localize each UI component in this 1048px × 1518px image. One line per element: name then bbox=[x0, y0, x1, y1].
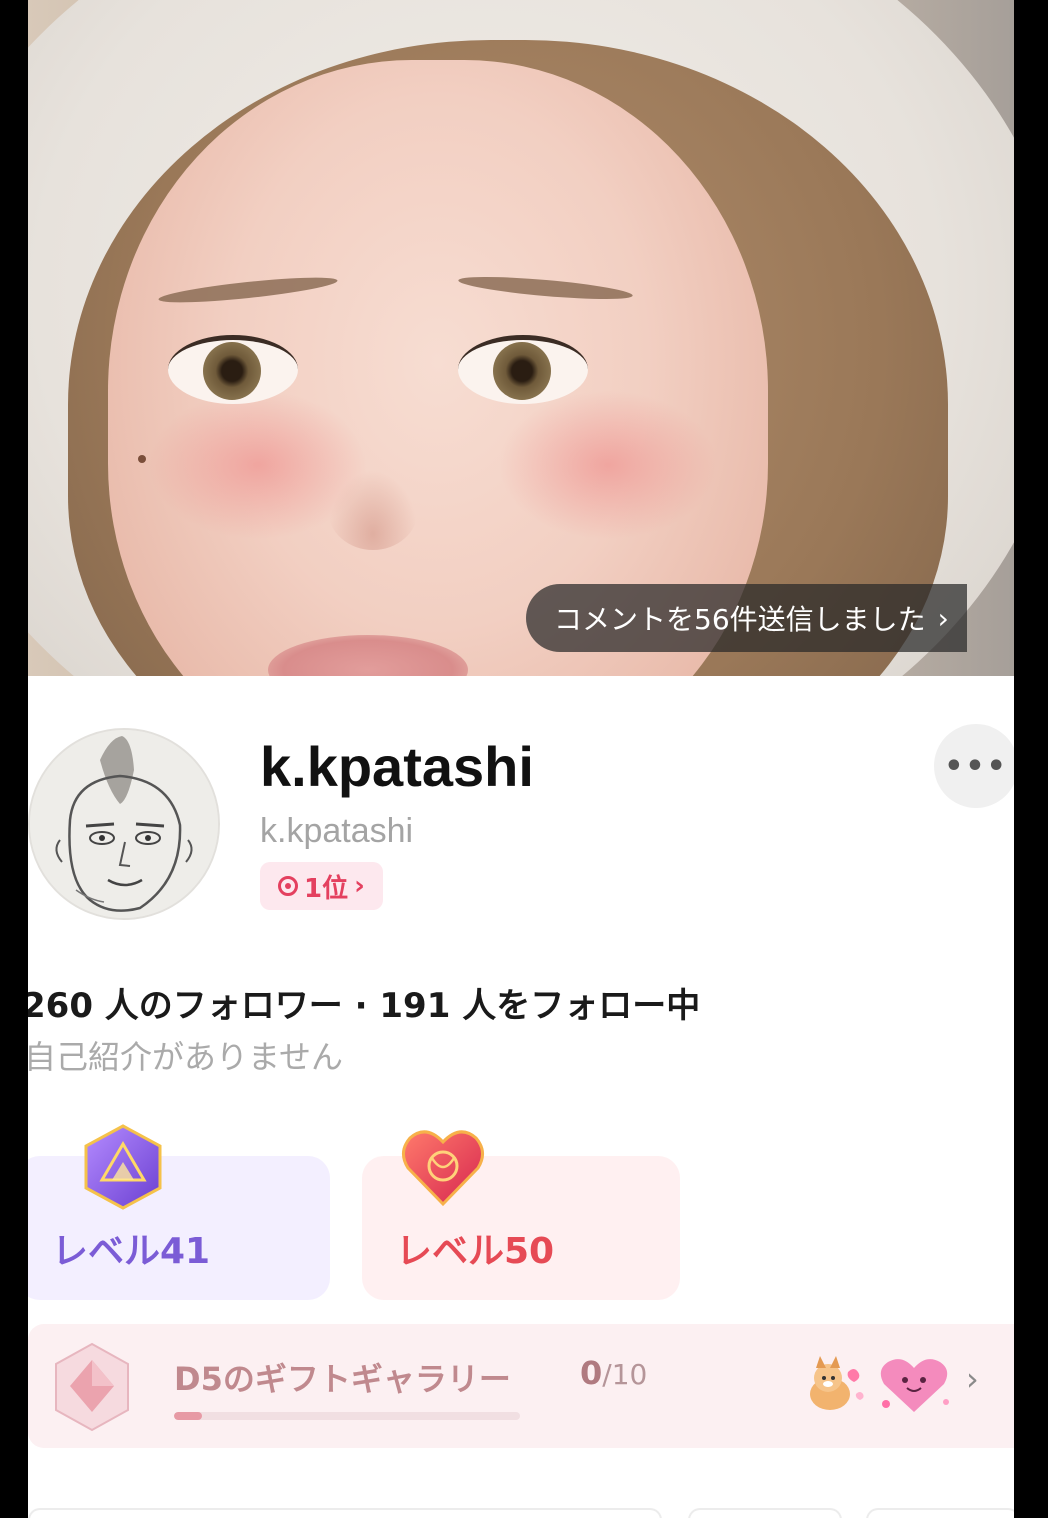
corgi-sticker-icon bbox=[810, 1356, 864, 1410]
photo-blush-right bbox=[498, 390, 718, 540]
level-label: レベル50 bbox=[396, 1231, 555, 1272]
bottom-card-edge bbox=[688, 1508, 842, 1518]
bottom-card-edge bbox=[866, 1508, 1014, 1518]
bio-text: 自己紹介がありません bbox=[28, 1038, 344, 1076]
bottom-card-edge bbox=[28, 1508, 662, 1518]
chevron-right-icon: › bbox=[937, 601, 949, 635]
gift-gallery-count: 0/10 bbox=[580, 1354, 648, 1392]
display-name: k.kpatashi bbox=[260, 735, 534, 798]
target-icon bbox=[278, 876, 298, 896]
avatar-sketch-icon bbox=[30, 730, 218, 918]
user-handle: k.kpatashi bbox=[260, 812, 414, 850]
level-card-creator[interactable]: レベル50 bbox=[362, 1130, 680, 1300]
photo-mole bbox=[138, 455, 146, 463]
pink-heart-sticker-icon bbox=[880, 1359, 949, 1412]
avatar[interactable] bbox=[28, 728, 220, 920]
chevron-right-icon: › bbox=[966, 1360, 979, 1398]
photo-eye-right bbox=[458, 335, 588, 404]
gift-gallery-gem-icon bbox=[55, 1342, 129, 1432]
rank-label: 1位 bbox=[304, 873, 349, 904]
profile-screen: コメントを56件送信しました › k.kpatashi k.kpatashi 1… bbox=[28, 0, 1014, 1518]
follow-stats[interactable]: 260 人のフォロワー · 191 人をフォロー中 bbox=[28, 978, 700, 1027]
more-options-button[interactable]: ••• bbox=[934, 724, 1014, 808]
heart-badge-icon bbox=[402, 1130, 484, 1207]
chevron-right-icon: › bbox=[354, 871, 365, 901]
gift-gallery-progress-fill bbox=[174, 1412, 202, 1420]
profile-card: k.kpatashi k.kpatashi 1位 › ••• 260 人のフォロ… bbox=[28, 676, 1014, 1518]
photo-nose bbox=[328, 470, 418, 550]
gift-gallery-progress bbox=[174, 1412, 520, 1420]
gift-gallery-title: D5のギフトギャラリー bbox=[174, 1360, 511, 1398]
level-card-viewer[interactable]: レベル41 bbox=[28, 1124, 330, 1300]
level-label: レベル41 bbox=[52, 1231, 211, 1272]
profile-cover-photo: コメントを56件送信しました › bbox=[28, 0, 1014, 676]
photo-eye-left bbox=[168, 335, 298, 404]
rank-badge[interactable]: 1位 › bbox=[260, 862, 383, 910]
comment-count-text: コメントを56件送信しました bbox=[554, 603, 926, 636]
gift-gallery-bar[interactable]: D5のギフトギャラリー 0/10 › bbox=[28, 1324, 1014, 1448]
purple-gem-icon bbox=[84, 1124, 162, 1210]
comment-count-banner[interactable]: コメントを56件送信しました › bbox=[526, 584, 967, 652]
